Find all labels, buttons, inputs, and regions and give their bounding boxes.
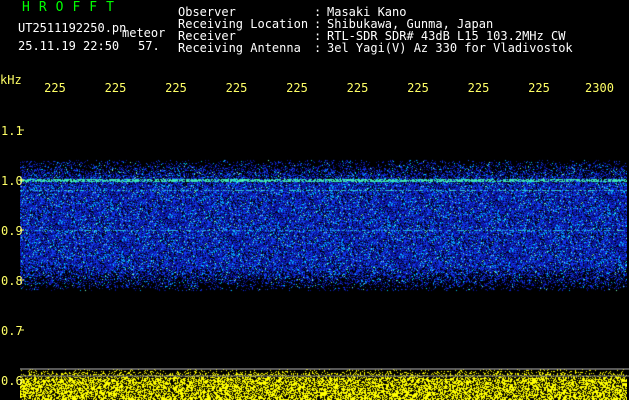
x-tick-label: 225	[44, 81, 66, 95]
x-tick-label: 225	[528, 81, 550, 95]
x-tick-label: 225	[468, 81, 490, 95]
x-tick-label: 225	[347, 81, 369, 95]
x-tick-label: 225	[105, 81, 127, 95]
y-axis-unit: kHz	[0, 73, 22, 87]
y-tick-label: 1.0	[1, 174, 23, 188]
spectrogram-axes: kHz 1.1 1.0 0.9 0.8 0.7 0.6 225 225 225 225 225 22…	[0, 73, 629, 388]
y-tick-label: 0.7	[1, 324, 23, 338]
y-tick-label: 0.8	[1, 274, 23, 288]
x-tick-label: 225	[407, 81, 429, 95]
spectrogram-window: HROFFT UT2511192250.pn meteor 25.11.19 2…	[0, 0, 629, 400]
y-tick-label: 1.1	[1, 124, 23, 138]
y-tick-label: 0.6	[1, 374, 23, 388]
x-tick-label: 225	[165, 81, 187, 95]
y-tick-label: 0.9	[1, 224, 23, 238]
x-tick-label: 2300	[585, 81, 614, 95]
x-tick-label: 225	[226, 81, 248, 95]
x-tick-label: 225	[286, 81, 308, 95]
